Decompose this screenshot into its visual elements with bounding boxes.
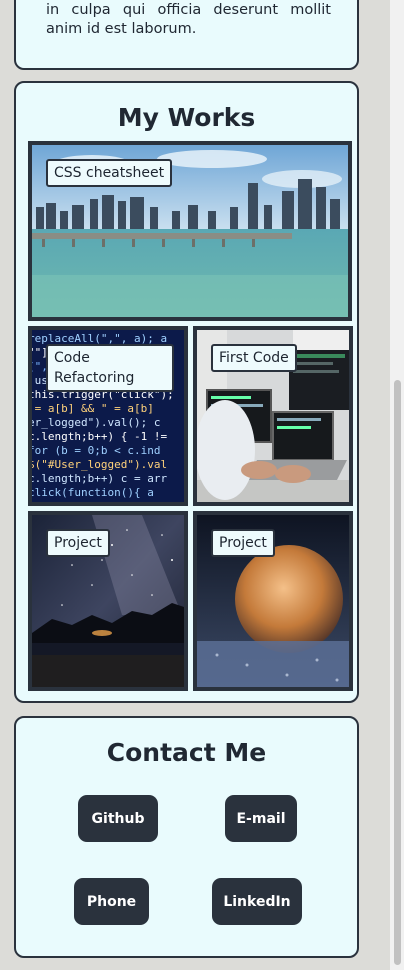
about-text: in culpa qui officia deserunt mollit ani…	[46, 2, 331, 37]
contact-title: Contact Me	[106, 738, 267, 767]
svg-text:$("#User_logged").val: $("#User_logged").val	[32, 458, 167, 471]
work-label: First Code	[211, 344, 297, 372]
email-button[interactable]: E-mail	[225, 795, 297, 842]
linkedin-button[interactable]: LinkedIn	[212, 878, 302, 925]
work-tile-css-cheatsheet[interactable]: CSS cheatsheet	[28, 141, 352, 321]
svg-text:click(function(){ a: click(function(){ a	[32, 486, 154, 499]
work-label: Code Refactoring	[46, 344, 174, 392]
works-title: My Works	[117, 103, 256, 132]
svg-text:c.length;b++) c = arr: c.length;b++) c = arr	[32, 472, 167, 485]
scrollbar-thumb[interactable]	[394, 380, 401, 965]
contact-section: Contact Me Github E-mail Phone LinkedIn	[14, 716, 359, 958]
svg-text:er_logged").val(); c: er_logged").val(); c	[32, 416, 160, 429]
work-label: Project	[211, 529, 275, 557]
work-label: CSS cheatsheet	[46, 159, 173, 187]
work-tile-first-code[interactable]: First Code	[193, 326, 353, 506]
work-tile-project-2[interactable]: Project	[193, 511, 353, 691]
work-tile-project-1[interactable]: Project	[28, 511, 188, 691]
github-button[interactable]: Github	[78, 795, 158, 842]
svg-text:for (b = 0;b < c.ind: for (b = 0;b < c.ind	[32, 444, 160, 457]
work-label: Project	[46, 529, 110, 557]
phone-button[interactable]: Phone	[74, 878, 149, 925]
svg-text:c.length;b++) { -1 !=: c.length;b++) { -1 !=	[32, 430, 167, 443]
page-scrollbar[interactable]	[390, 0, 404, 970]
work-tile-code-refactoring[interactable]: replaceAll(",", a); a ""] = a[b] && " ni…	[28, 326, 188, 506]
about-card: in culpa qui officia deserunt mollit ani…	[14, 0, 359, 70]
svg-text:!= a[b] && " = a[b]: != a[b] && " = a[b]	[32, 402, 154, 415]
works-section: My Works CSS cheatsheet replaceAll(",", …	[14, 81, 359, 703]
